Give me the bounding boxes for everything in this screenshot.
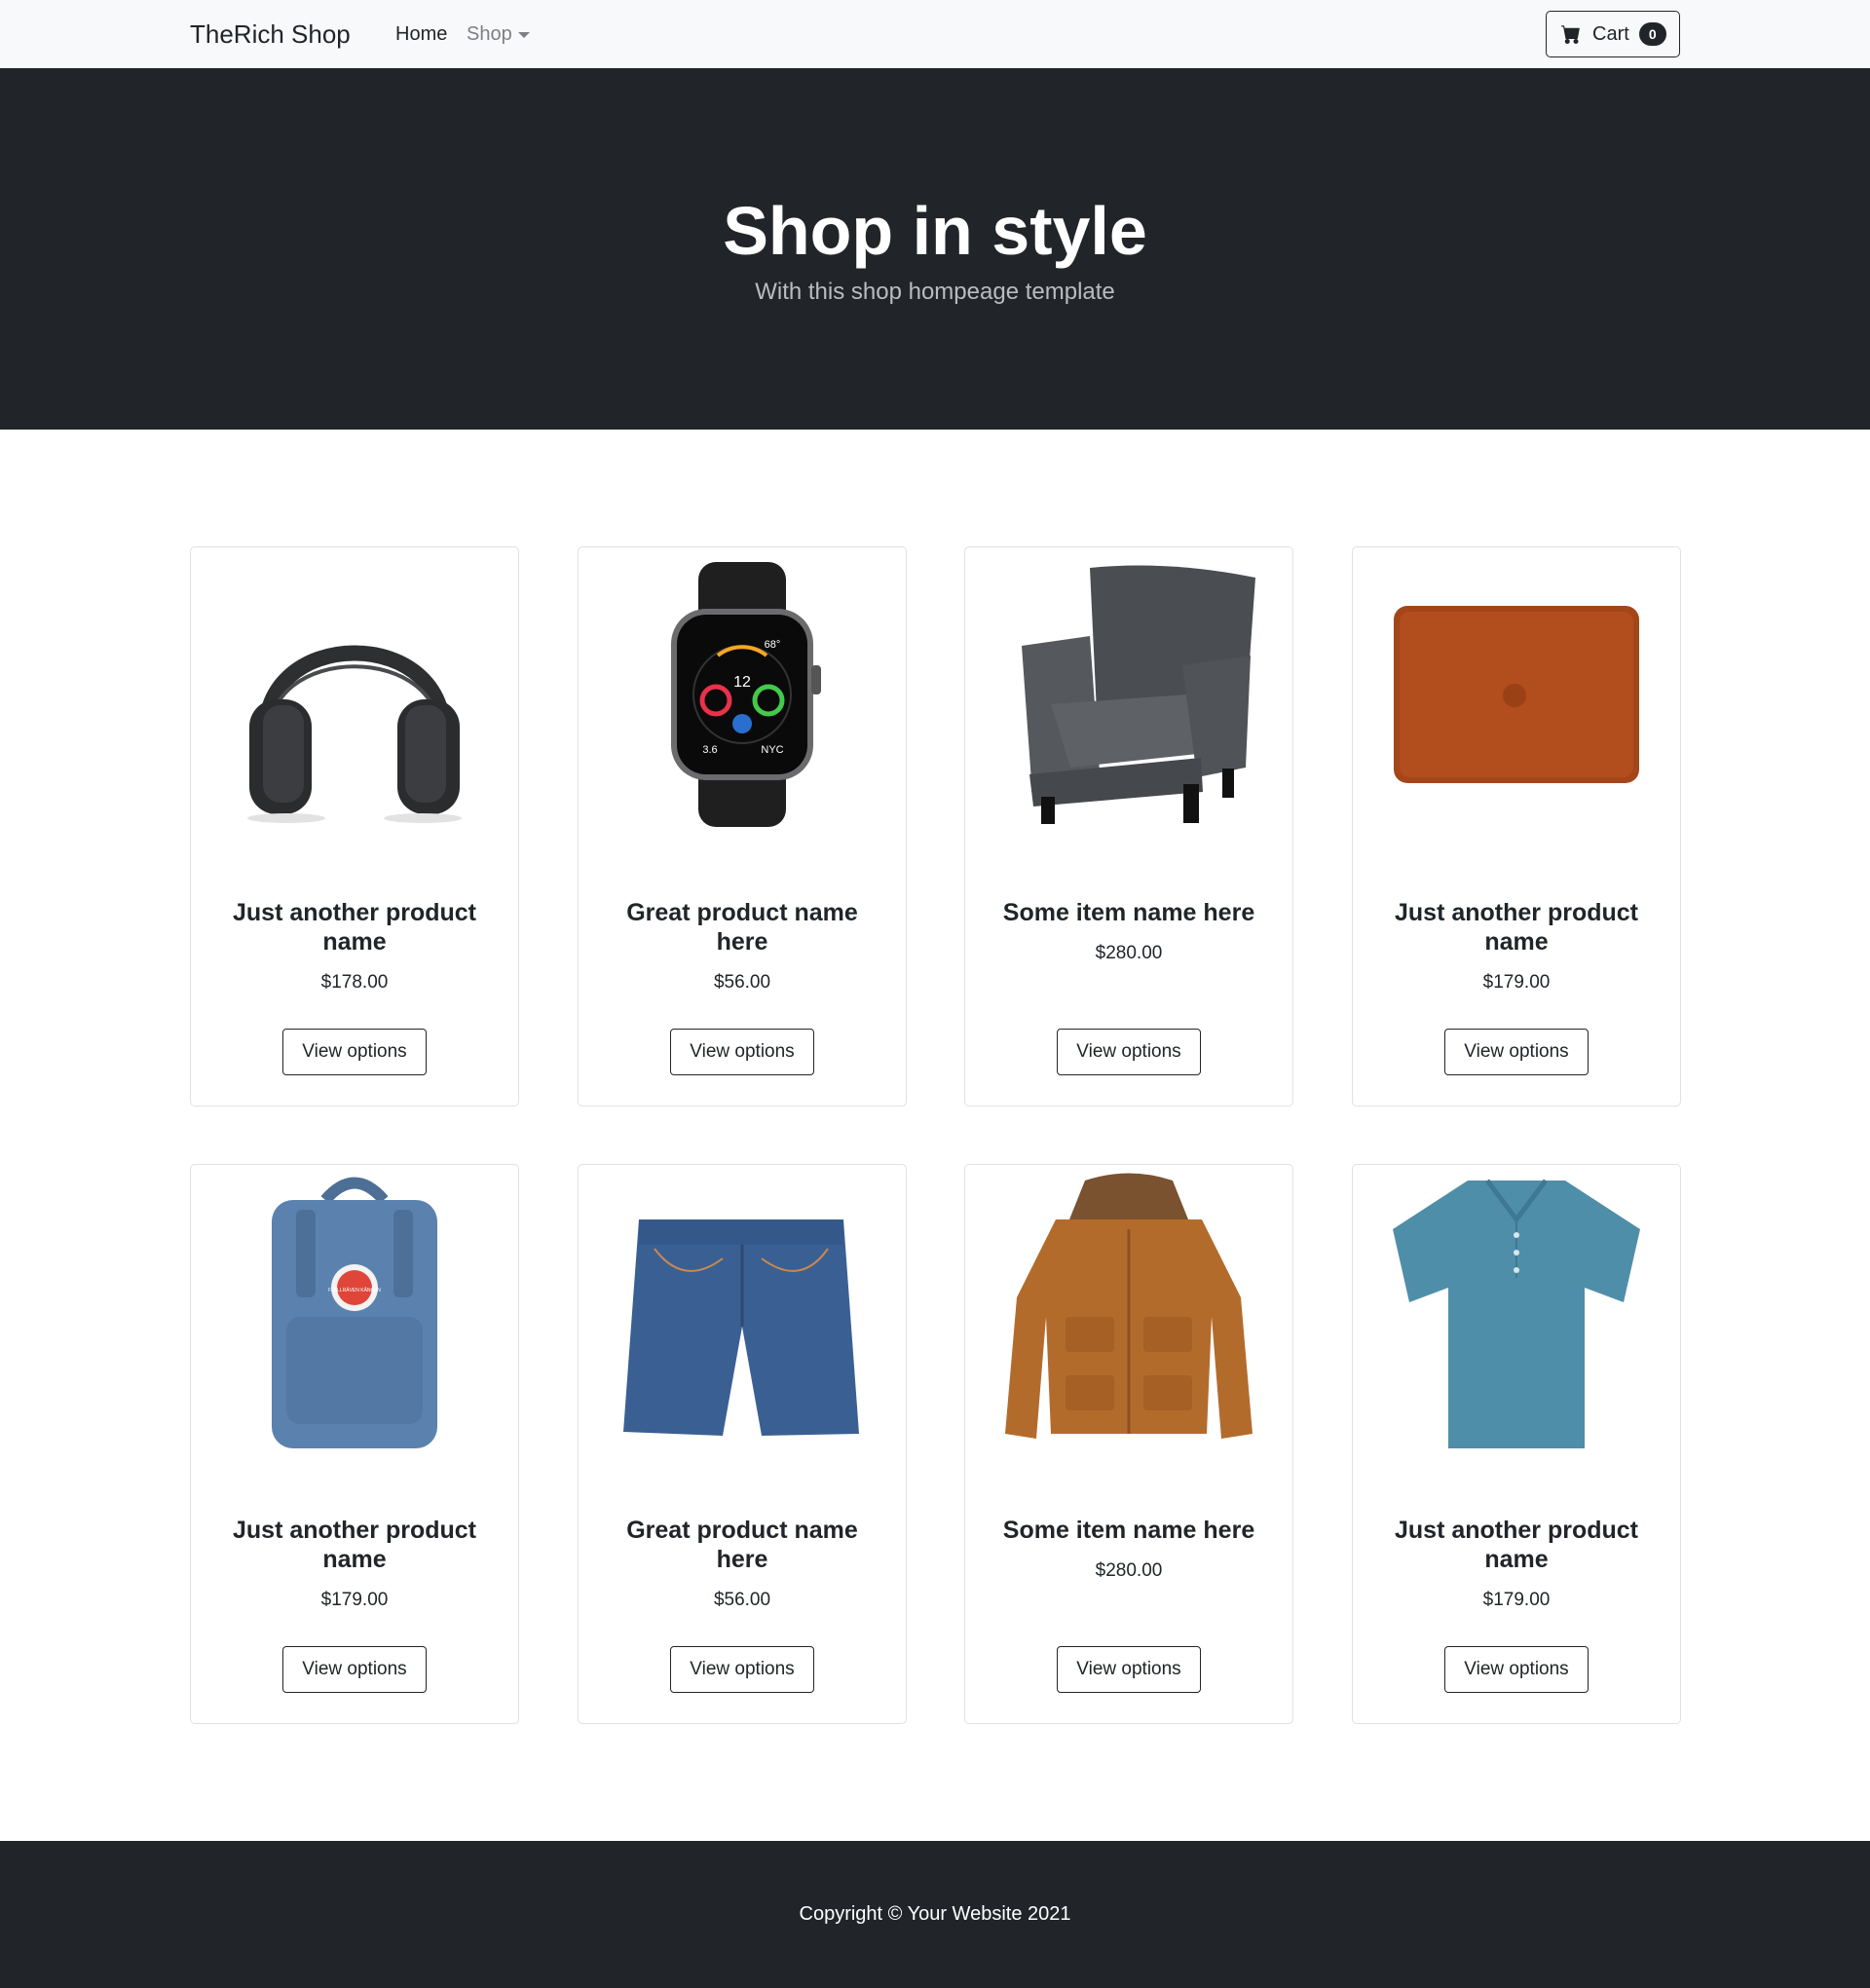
view-options-button[interactable]: View options <box>670 1029 814 1075</box>
product-price: $280.00 <box>1095 1560 1163 1581</box>
view-options-button[interactable]: View options <box>282 1646 427 1693</box>
product-image-headphones <box>192 548 517 841</box>
cart-icon <box>1561 24 1581 44</box>
product-price: $179.00 <box>320 1590 389 1610</box>
product-name: Some item name here <box>1002 899 1255 926</box>
view-options-button[interactable]: View options <box>670 1646 814 1693</box>
product-card: Some item name here $280.00 View options <box>964 546 1293 1107</box>
product-price: $178.00 <box>320 972 389 993</box>
product-price: $179.00 <box>1482 972 1551 993</box>
watch-city: NYC <box>761 744 783 756</box>
cart-label: Cart <box>1592 22 1629 45</box>
watch-temp: 68° <box>765 639 781 651</box>
product-image-denim-shorts <box>580 1166 905 1458</box>
product-name: Just another product name <box>232 899 476 956</box>
watch-stat: 3.6 <box>702 744 717 756</box>
product-card: Just another product name $178.00 View o… <box>190 546 519 1107</box>
product-image-laptop-sleeve <box>1354 548 1679 841</box>
product-card: Just another product name $179.00 View o… <box>1352 1164 1681 1724</box>
product-card: Just another product name $179.00 View o… <box>1352 546 1681 1107</box>
nav-dropdown-shop[interactable]: Shop <box>467 23 530 46</box>
product-image-backpack: FJÄLLRÄVEN KÅNKEN <box>192 1166 517 1458</box>
product-name: Just another product name <box>1394 1517 1638 1573</box>
product-card: Some item name here $280.00 View options <box>964 1164 1293 1724</box>
product-image-armchair <box>966 548 1291 841</box>
product-price: $56.00 <box>713 972 771 993</box>
watch-time: 12 <box>733 674 751 691</box>
product-price: $280.00 <box>1095 943 1163 963</box>
brand-logo[interactable]: TheRich Shop <box>190 19 351 50</box>
product-card: 12 68° NYC 3.6 Great product name here $… <box>578 546 907 1107</box>
backpack-logo-text: FJÄLLRÄVEN KÅNKEN <box>328 1287 381 1294</box>
nav-link-home[interactable]: Home <box>395 23 447 46</box>
product-name: Great product name here <box>626 899 858 956</box>
hero-subtitle: With this shop hompeage template <box>755 279 1115 305</box>
product-name: Just another product name <box>1394 899 1638 956</box>
product-image-jacket <box>966 1166 1291 1458</box>
view-options-button[interactable]: View options <box>1057 1029 1201 1075</box>
footer: Copyright © Your Website 2021 <box>0 1841 1870 1988</box>
hero-header: Shop in style With this shop hompeage te… <box>0 68 1870 430</box>
view-options-button[interactable]: View options <box>1444 1029 1589 1075</box>
navbar: TheRich Shop Home Shop Cart 0 <box>0 0 1870 68</box>
view-options-button[interactable]: View options <box>1444 1646 1589 1693</box>
nav-shop-label: Shop <box>467 23 512 45</box>
product-name: Just another product name <box>232 1517 476 1573</box>
view-options-button[interactable]: View options <box>1057 1646 1201 1693</box>
cart-count-badge: 0 <box>1638 22 1666 46</box>
product-name: Great product name here <box>626 1517 858 1573</box>
product-card: Great product name here $56.00 View opti… <box>578 1164 907 1724</box>
product-image-smartwatch: 12 68° NYC 3.6 <box>580 548 905 841</box>
view-options-button[interactable]: View options <box>282 1029 427 1075</box>
cart-button[interactable]: Cart 0 <box>1546 11 1680 57</box>
product-image-polo-shirt <box>1354 1166 1679 1458</box>
product-price: $179.00 <box>1482 1590 1551 1610</box>
product-name: Some item name here <box>1002 1517 1255 1544</box>
caret-down-icon <box>517 31 530 38</box>
footer-copyright: Copyright © Your Website 2021 <box>799 1903 1071 1925</box>
product-card: FJÄLLRÄVEN KÅNKEN Just another product n… <box>190 1164 519 1724</box>
hero-title: Shop in style <box>723 193 1147 269</box>
product-price: $56.00 <box>713 1590 771 1610</box>
